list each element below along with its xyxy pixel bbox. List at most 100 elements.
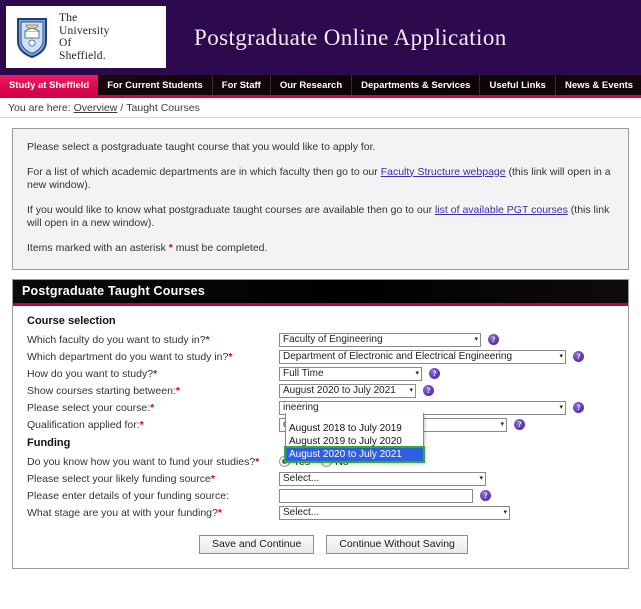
funding-stage-required-mark: * <box>218 507 222 519</box>
funding-source-label-text: Please select your likely funding source <box>27 473 211 485</box>
qualification-label: Qualification applied for:* <box>27 419 279 431</box>
chevron-down-icon: ▾ <box>559 353 563 360</box>
wordmark-line-1: The <box>59 12 110 25</box>
pgt-courses-panel: Postgraduate Taught Courses Course selec… <box>12 279 629 569</box>
help-icon-study-mode[interactable]: ? <box>429 368 440 379</box>
funding-stage-control: Select... ▾ <box>279 506 510 520</box>
nav-item-for-current-students[interactable]: For Current Students <box>98 75 213 95</box>
starting-between-label-text: Show courses starting between: <box>27 385 176 397</box>
chevron-down-icon: ▾ <box>474 336 478 343</box>
nav-item-for-staff[interactable]: For Staff <box>213 75 271 95</box>
faculty-label-text: Which faculty do you want to study in? <box>27 334 206 346</box>
wordmark-line-2: University <box>59 25 110 38</box>
field-row-funding-source: Please select your likely funding source… <box>13 470 628 487</box>
field-row-department: Which department do you want to study in… <box>13 348 628 365</box>
department-select-value: Department of Electronic and Electrical … <box>283 351 555 362</box>
chevron-down-icon: ▾ <box>503 509 507 516</box>
faculty-structure-link[interactable]: Faculty Structure webpage <box>381 166 506 178</box>
help-icon-course[interactable]: ? <box>573 402 584 413</box>
save-and-continue-button[interactable]: Save and Continue <box>199 535 314 554</box>
starting-between-select-value: August 2020 to July 2021 <box>283 385 405 396</box>
breadcrumb-separator: / <box>120 102 123 114</box>
field-row-study-mode: How do you want to study?* Full Time ▾ ? <box>13 365 628 382</box>
funding-source-select[interactable]: Select... ▾ <box>279 472 486 486</box>
university-logo[interactable]: The University Of Sheffield. <box>6 6 166 68</box>
university-wordmark: The University Of Sheffield. <box>59 12 110 62</box>
dropdown-option-3[interactable]: August 2020 to July 2021 <box>286 448 423 461</box>
instruction-line-4: Items marked with an asterisk * must be … <box>27 242 614 256</box>
pgt-courses-link[interactable]: list of available PGT courses <box>435 204 568 216</box>
nav-item-departments-services[interactable]: Departments & Services <box>352 75 480 95</box>
department-label: Which department do you want to study in… <box>27 351 279 363</box>
funding-stage-label: What stage are you at with your funding?… <box>27 507 279 519</box>
dropdown-option-1[interactable]: August 2018 to July 2019 <box>286 422 423 435</box>
instruction-line-2: For a list of which academic departments… <box>27 166 614 193</box>
field-row-starting-between: Show courses starting between:* August 2… <box>13 382 628 399</box>
instruction-line-1: Please select a postgraduate taught cour… <box>27 141 614 155</box>
funding-details-input[interactable] <box>279 489 473 503</box>
know-funding-label: Do you know how you want to fund your st… <box>27 456 279 468</box>
chevron-down-icon: ▾ <box>415 370 419 377</box>
funding-source-select-value: Select... <box>283 473 475 484</box>
breadcrumb-current: Taught Courses <box>126 102 200 114</box>
qualification-required-mark: * <box>140 419 144 431</box>
funding-stage-select-value: Select... <box>283 507 499 518</box>
starting-between-dropdown-list[interactable]: August 2018 to July 2019 August 2019 to … <box>285 413 424 462</box>
funding-details-control: ? <box>279 489 491 503</box>
know-funding-required-mark: * <box>255 456 259 468</box>
panel-body: Course selection Which faculty do you wa… <box>13 306 628 568</box>
study-mode-select[interactable]: Full Time ▾ <box>279 367 422 381</box>
nav-item-useful-links[interactable]: Useful Links <box>480 75 556 95</box>
faculty-select-value: Faculty of Engineering <box>283 334 470 345</box>
study-mode-label-text: How do you want to study? <box>27 368 153 380</box>
study-mode-required-mark: * <box>153 368 157 380</box>
starting-between-control: August 2020 to July 2021 ▾ ? <box>279 384 434 398</box>
instruction-line-4-before: Items marked with an asterisk <box>27 242 169 254</box>
study-mode-label: How do you want to study?* <box>27 368 279 380</box>
wordmark-line-3: Of <box>59 37 110 50</box>
funding-source-control: Select... ▾ <box>279 472 486 486</box>
department-control: Department of Electronic and Electrical … <box>279 350 584 364</box>
form-actions: Save and Continue Continue Without Savin… <box>13 535 628 554</box>
instructions-panel: Please select a postgraduate taught cour… <box>12 128 629 270</box>
department-label-text: Which department do you want to study in… <box>27 351 228 363</box>
breadcrumb-link-overview[interactable]: Overview <box>74 102 118 114</box>
funding-source-required-mark: * <box>211 473 215 485</box>
nav-item-study-at-sheffield[interactable]: Study at Sheffield <box>0 75 98 95</box>
faculty-label: Which faculty do you want to study in?* <box>27 334 279 346</box>
faculty-select[interactable]: Faculty of Engineering ▾ <box>279 333 481 347</box>
starting-between-select[interactable]: August 2020 to July 2021 ▾ <box>279 384 416 398</box>
help-icon-starting-between[interactable]: ? <box>423 385 434 396</box>
faculty-control: Faculty of Engineering ▾ ? <box>279 333 499 347</box>
help-icon-department[interactable]: ? <box>573 351 584 362</box>
funding-stage-label-text: What stage are you at with your funding? <box>27 507 218 519</box>
know-funding-label-text: Do you know how you want to fund your st… <box>27 456 255 468</box>
starting-between-label: Show courses starting between:* <box>27 385 279 397</box>
help-icon-funding-details[interactable]: ? <box>480 490 491 501</box>
nav-item-news-events[interactable]: News & Events <box>556 75 641 95</box>
dropdown-option-2[interactable]: August 2019 to July 2020 <box>286 435 423 448</box>
course-selection-heading: Course selection <box>13 315 628 327</box>
chevron-down-icon: ▾ <box>409 387 413 394</box>
qualification-label-text: Qualification applied for: <box>27 419 140 431</box>
department-select[interactable]: Department of Electronic and Electrical … <box>279 350 566 364</box>
instruction-line-3: If you would like to know what postgradu… <box>27 204 614 231</box>
wordmark-line-4: Sheffield. <box>59 50 110 63</box>
chevron-down-icon: ▾ <box>500 421 504 428</box>
main-navigation: Study at Sheffield For Current Students … <box>0 75 641 98</box>
help-icon-qualification[interactable]: ? <box>514 419 525 430</box>
field-row-faculty: Which faculty do you want to study in?* … <box>13 331 628 348</box>
starting-between-required-mark: * <box>176 385 180 397</box>
course-label: Please select your course:* <box>27 402 279 414</box>
study-mode-select-value: Full Time <box>283 368 411 379</box>
continue-without-saving-button[interactable]: Continue Without Saving <box>326 535 468 554</box>
nav-item-our-research[interactable]: Our Research <box>271 75 352 95</box>
breadcrumb: You are here: Overview / Taught Courses <box>0 98 641 118</box>
department-required-mark: * <box>228 351 232 363</box>
chevron-down-icon: ▾ <box>479 475 483 482</box>
study-mode-control: Full Time ▾ ? <box>279 367 440 381</box>
funding-stage-select[interactable]: Select... ▾ <box>279 506 510 520</box>
funding-details-label: Please enter details of your funding sou… <box>27 490 279 502</box>
funding-source-label: Please select your likely funding source… <box>27 473 279 485</box>
help-icon-faculty[interactable]: ? <box>488 334 499 345</box>
